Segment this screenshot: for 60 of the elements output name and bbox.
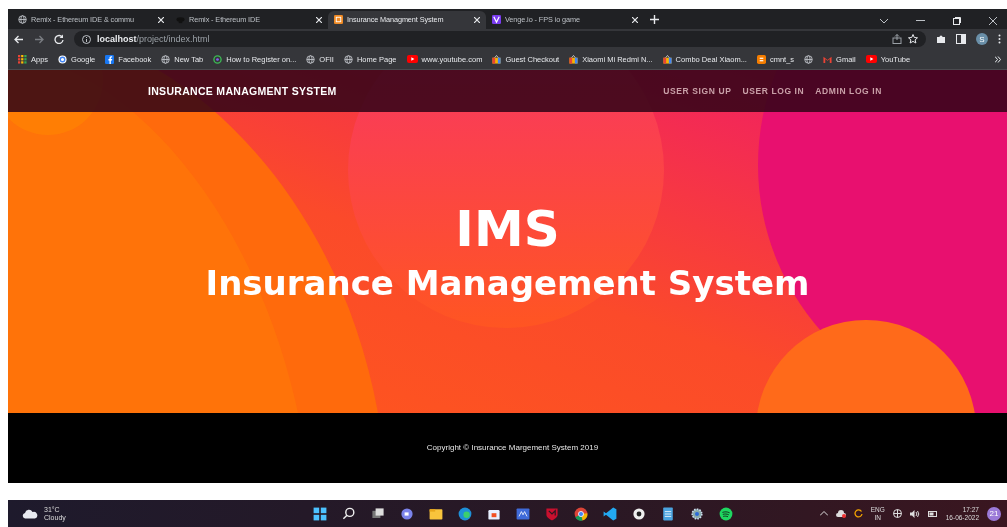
chevron-right-icon[interactable] xyxy=(995,55,1001,63)
gmail-icon xyxy=(823,54,833,64)
globe-icon xyxy=(343,54,353,64)
chevron-down-icon[interactable] xyxy=(880,17,888,24)
refresh-icon[interactable] xyxy=(853,509,863,519)
chat-icon[interactable] xyxy=(399,505,415,522)
minimize-icon[interactable] xyxy=(916,19,925,22)
side-panel-icon[interactable] xyxy=(956,34,966,45)
chrome-icon[interactable] xyxy=(573,505,589,522)
nav-link[interactable]: USER SIGN UP xyxy=(663,85,732,96)
hero-subtitle: Insurance Management System xyxy=(205,265,810,300)
windows-start-icon[interactable] xyxy=(312,505,328,522)
hero-title: IMS xyxy=(455,203,560,254)
close-icon[interactable] xyxy=(989,16,997,25)
cloud-icon xyxy=(22,508,38,519)
code-editor-icon[interactable] xyxy=(602,505,618,522)
mail-app-icon[interactable] xyxy=(515,505,531,522)
nav-link[interactable]: USER LOG IN xyxy=(742,85,805,96)
globe-icon xyxy=(804,54,814,64)
more-menu-icon[interactable] xyxy=(998,34,1001,45)
spotify-icon[interactable] xyxy=(718,505,734,522)
globe-icon xyxy=(18,15,27,25)
reload-icon[interactable] xyxy=(54,34,64,45)
copyright-text: Copyright © Insurance Margement System 2019 xyxy=(426,443,599,453)
new-tab-icon[interactable] xyxy=(650,14,659,24)
globe-icon xyxy=(161,54,171,64)
site-favicon-icon xyxy=(334,15,343,25)
speaker-icon[interactable] xyxy=(909,509,920,518)
swirl-icon xyxy=(213,54,223,64)
camera-app-icon[interactable] xyxy=(631,505,647,522)
google-icon xyxy=(58,54,68,64)
apps-grid-icon xyxy=(18,54,27,64)
globe-icon[interactable] xyxy=(892,509,902,519)
share-icon[interactable] xyxy=(892,34,902,45)
globe-icon xyxy=(306,54,316,64)
blogger-icon xyxy=(756,54,766,64)
address-bar[interactable]: localhost/project/index.html xyxy=(74,31,926,48)
notepad-icon[interactable] xyxy=(660,505,676,522)
cloud-sync-icon[interactable] xyxy=(835,509,846,518)
info-icon xyxy=(82,34,91,44)
back-arrow-icon[interactable] xyxy=(14,34,24,44)
venge-icon xyxy=(492,15,501,25)
star-icon[interactable] xyxy=(908,34,918,45)
edge-icon[interactable] xyxy=(457,505,473,522)
store-icon xyxy=(492,54,502,64)
settings-icon[interactable] xyxy=(689,505,705,522)
forward-arrow-icon[interactable] xyxy=(34,34,44,44)
maximize-icon[interactable] xyxy=(953,16,961,25)
youtube-icon xyxy=(406,55,418,64)
bookmark[interactable] xyxy=(804,54,814,64)
store-icon xyxy=(662,54,672,64)
store-icon xyxy=(569,54,579,64)
chevron-up-icon[interactable] xyxy=(819,511,828,517)
youtube-icon xyxy=(865,55,877,64)
nav-link[interactable]: ADMIN LOG IN xyxy=(815,85,882,96)
search-icon[interactable] xyxy=(341,505,357,522)
shield-icon[interactable] xyxy=(544,505,560,522)
battery-icon[interactable] xyxy=(927,510,938,517)
facebook-icon xyxy=(105,54,115,64)
site-brand[interactable]: INSURANCE MANAGMENT SYSTEM xyxy=(148,84,337,97)
